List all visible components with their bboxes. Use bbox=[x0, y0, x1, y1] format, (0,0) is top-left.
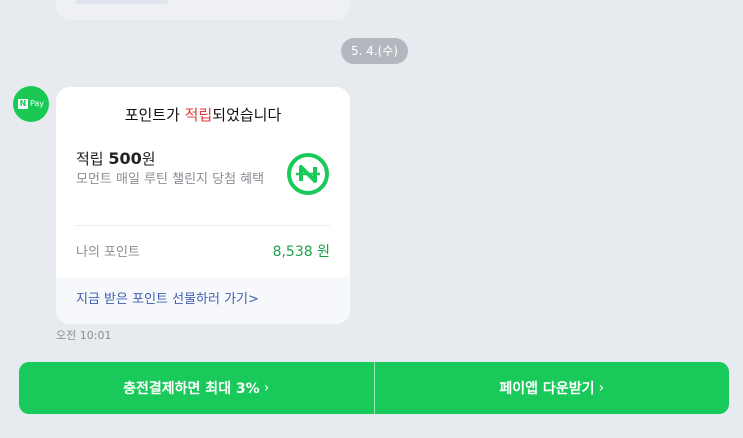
my-points-value: 8,538 원 bbox=[272, 244, 330, 260]
naver-n-icon: N bbox=[17, 99, 28, 109]
charge-payment-button[interactable]: 충전결제하면 최대 3% › bbox=[19, 362, 374, 414]
card-title-highlight: 적립 bbox=[184, 106, 213, 124]
download-payapp-button[interactable]: 페이앱 다운받기 › bbox=[375, 362, 730, 414]
card-title-after: 되었습니다 bbox=[212, 106, 282, 124]
chevron-right-icon: › bbox=[263, 380, 270, 396]
earned-unit: 원 bbox=[141, 150, 156, 168]
download-payapp-label: 페이앱 다운받기 bbox=[499, 381, 595, 397]
chevron-right-icon: › bbox=[598, 380, 605, 396]
date-divider: 5. 4.(수) bbox=[341, 38, 408, 64]
avatar-pay-label: Pay bbox=[29, 99, 45, 108]
message-timestamp: 오전 10:01 bbox=[56, 329, 112, 342]
my-points-label: 나의 포인트 bbox=[76, 245, 140, 260]
earned-description: 모먼트 매일 루틴 챌린지 당첨 혜택 bbox=[76, 172, 265, 187]
npay-avatar[interactable]: N Pay bbox=[13, 86, 49, 122]
point-notification-card: 포인트가 적립되었습니다 적립 500원 모먼트 매일 루틴 챌린지 당첨 혜택… bbox=[56, 87, 350, 324]
earned-amount: 적립 500원 bbox=[76, 148, 156, 169]
bottom-action-bar: 충전결제하면 최대 3% › 페이앱 다운받기 › bbox=[19, 362, 729, 414]
card-title-before: 포인트가 bbox=[124, 106, 185, 124]
previous-message-snippet bbox=[76, 0, 168, 4]
earned-number: 500 bbox=[108, 149, 142, 168]
gift-points-link[interactable]: 지금 받은 포인트 선물하러 가기> bbox=[56, 277, 350, 324]
earned-prefix: 적립 bbox=[76, 150, 109, 168]
card-title: 포인트가 적립되었습니다 bbox=[56, 104, 350, 125]
charge-payment-label: 충전결제하면 최대 3% bbox=[123, 381, 260, 397]
card-divider bbox=[76, 225, 330, 226]
gift-points-link-text: 지금 받은 포인트 선물하러 가기> bbox=[76, 292, 259, 307]
npay-point-icon bbox=[287, 153, 329, 195]
